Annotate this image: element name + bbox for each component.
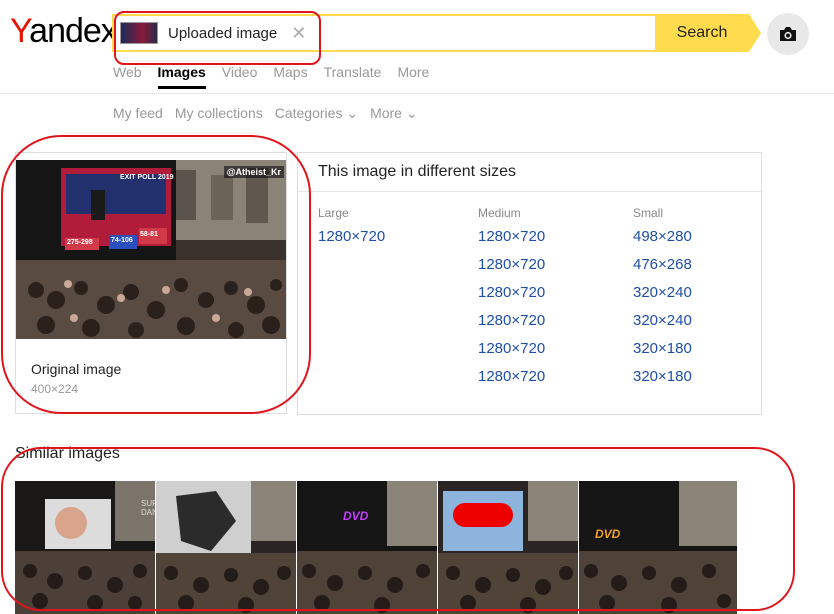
size-link[interactable]: 1280×720 bbox=[478, 310, 545, 338]
sizes-panel-divider bbox=[298, 191, 761, 192]
thumbnail-caption: SUPPA DAN bbox=[141, 499, 155, 517]
search-button[interactable]: Search bbox=[655, 14, 761, 52]
yandex-logo[interactable]: Yandex bbox=[10, 12, 118, 51]
similar-image-thumbnail[interactable] bbox=[438, 481, 578, 614]
camera-icon[interactable] bbox=[767, 13, 809, 55]
sizes-panel-title: This image in different sizes bbox=[318, 163, 517, 180]
size-link[interactable]: 320×240 bbox=[633, 310, 692, 338]
header-divider bbox=[0, 93, 834, 94]
similar-image-thumbnail[interactable] bbox=[156, 481, 296, 614]
score-left: 275-298 bbox=[67, 239, 93, 246]
size-link[interactable]: 1280×720 bbox=[478, 226, 545, 254]
original-image-scene bbox=[16, 160, 286, 339]
tab-video[interactable]: Video bbox=[222, 64, 258, 89]
thumbnail-caption: DVD bbox=[595, 527, 621, 541]
subnav-more-label: More bbox=[370, 105, 402, 121]
similar-images-strip: SUPPA DAN DVD bbox=[15, 481, 758, 614]
subnav-more[interactable]: More ⌄ bbox=[370, 105, 418, 122]
similar-image-3-scene bbox=[297, 481, 437, 614]
size-link[interactable]: 320×240 bbox=[633, 282, 692, 310]
original-image-label: Original image bbox=[31, 361, 122, 377]
sizes-heading-medium: Medium bbox=[478, 206, 521, 220]
similar-image-2-scene bbox=[156, 481, 296, 614]
tab-maps[interactable]: Maps bbox=[273, 64, 307, 89]
subnav-my-collections[interactable]: My collections bbox=[175, 105, 263, 122]
size-link[interactable]: 1280×720 bbox=[478, 254, 545, 282]
size-link[interactable]: 498×280 bbox=[633, 226, 692, 254]
sizes-heading-small: Small bbox=[633, 206, 664, 220]
search-button-label: Search bbox=[676, 24, 728, 41]
logo-rest: andex bbox=[29, 12, 118, 50]
size-link[interactable]: 476×268 bbox=[633, 254, 692, 282]
uploaded-image-label: Uploaded image bbox=[168, 24, 278, 42]
size-link[interactable]: 320×180 bbox=[633, 338, 692, 366]
chevron-down-icon: ⌄ bbox=[342, 105, 359, 121]
subnav-categories-label: Categories bbox=[274, 105, 343, 121]
sizes-column-large: Large 1280×720 bbox=[318, 206, 385, 254]
sizes-column-small: Small 498×280 476×268 320×240 320×240 32… bbox=[633, 206, 692, 394]
score-right: 58-81 bbox=[140, 231, 158, 238]
size-link[interactable]: 1280×720 bbox=[478, 282, 545, 310]
uploaded-image-chip[interactable]: Uploaded image ✕ bbox=[120, 19, 306, 47]
original-image[interactable]: EXIT POLL 2019 275-298 74-106 58-81 @Ath… bbox=[16, 160, 286, 339]
size-link[interactable]: 1280×720 bbox=[318, 226, 385, 254]
camera-icon-svg bbox=[780, 27, 796, 41]
tab-translate[interactable]: Translate bbox=[324, 64, 382, 89]
uploaded-image-thumbnail bbox=[120, 22, 158, 44]
similar-image-1-scene bbox=[15, 481, 155, 614]
similar-images-title: Similar images bbox=[15, 445, 120, 462]
similar-image-thumbnail[interactable]: SUPPA DAN bbox=[15, 481, 155, 614]
similar-image-thumbnail[interactable]: DVD bbox=[297, 481, 437, 614]
search-button-arrow bbox=[749, 14, 761, 52]
watermark: @Atheist_Kr bbox=[223, 166, 284, 178]
service-tabs: Web Images Video Maps Translate More bbox=[113, 64, 429, 89]
similar-image-thumbnail[interactable]: DVD bbox=[579, 481, 737, 614]
size-link[interactable]: 1280×720 bbox=[478, 366, 545, 394]
images-subnav: My feed My collections Categories ⌄ More… bbox=[113, 105, 418, 122]
tab-web[interactable]: Web bbox=[113, 64, 142, 89]
size-link[interactable]: 1280×720 bbox=[478, 338, 545, 366]
tab-more[interactable]: More bbox=[397, 64, 429, 89]
subnav-categories[interactable]: Categories ⌄ bbox=[275, 105, 358, 122]
similar-image-5-scene bbox=[579, 481, 737, 614]
original-image-size: 400×224 bbox=[31, 382, 79, 396]
size-link[interactable]: 320×180 bbox=[633, 366, 692, 394]
chevron-down-icon: ⌄ bbox=[401, 105, 418, 121]
sizes-heading-large: Large bbox=[318, 206, 349, 220]
sizes-column-medium: Medium 1280×720 1280×720 1280×720 1280×7… bbox=[478, 206, 545, 394]
logo-y: Y bbox=[10, 12, 30, 50]
tab-images[interactable]: Images bbox=[157, 64, 206, 89]
thumbnail-caption: DVD bbox=[343, 509, 369, 523]
screen-headline: EXIT POLL 2019 bbox=[120, 174, 174, 181]
subnav-my-feed[interactable]: My feed bbox=[113, 105, 163, 122]
score-middle: 74-106 bbox=[111, 237, 133, 244]
similar-image-4-scene bbox=[438, 481, 578, 614]
close-icon[interactable]: ✕ bbox=[291, 23, 306, 44]
